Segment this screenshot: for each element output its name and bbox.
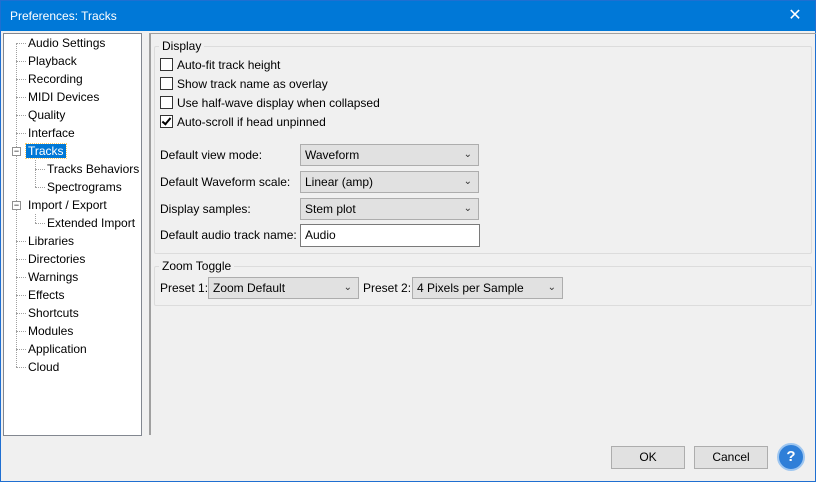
collapse-icon[interactable]: − (12, 147, 21, 156)
preset2-select[interactable]: 4 Pixels per Sample ⌄ (412, 277, 563, 299)
preferences-window: Preferences: Tracks ✕ Audio Settings Pla… (0, 0, 816, 482)
display-samples-select[interactable]: Stem plot ⌄ (300, 198, 479, 220)
chevron-down-icon: ⌄ (463, 176, 472, 187)
close-icon[interactable]: ✕ (775, 1, 815, 31)
chevron-down-icon: ⌄ (463, 149, 472, 160)
tree-item-cloud[interactable]: Cloud (16, 358, 61, 376)
preset2-label: Preset 2: (363, 281, 412, 295)
ok-button[interactable]: OK (611, 446, 685, 469)
checkbox-box-checked[interactable] (160, 115, 173, 128)
tree-item-directories[interactable]: Directories (16, 250, 87, 268)
tree-item-effects[interactable]: Effects (16, 286, 66, 304)
tree-item-libraries[interactable]: Libraries (16, 232, 76, 250)
tree-item-recording[interactable]: Recording (16, 70, 85, 88)
zoom-toggle-title: Zoom Toggle (159, 259, 235, 273)
checkbox-box[interactable] (160, 58, 173, 71)
tree-item-modules[interactable]: Modules (16, 322, 75, 340)
collapse-icon[interactable]: − (12, 201, 21, 210)
tree-item-midi-devices[interactable]: MIDI Devices (16, 88, 101, 106)
tree-item-extended-import[interactable]: Extended Import (35, 214, 137, 232)
tree-item-tracks-behaviors[interactable]: Tracks Behaviors (35, 160, 141, 178)
waveform-scale-label: Default Waveform scale: (160, 175, 291, 189)
tree-item-shortcuts[interactable]: Shortcuts (16, 304, 81, 322)
track-name-label: Default audio track name: (160, 228, 297, 242)
display-group-title: Display (159, 39, 205, 53)
tree-item-audio-settings[interactable]: Audio Settings (16, 34, 107, 52)
waveform-scale-select[interactable]: Linear (amp) ⌄ (300, 171, 479, 193)
preferences-tree[interactable]: Audio Settings Playback Recording MIDI D… (3, 33, 142, 436)
checkbox-box[interactable] (160, 96, 173, 109)
help-icon[interactable]: ? (777, 443, 805, 471)
track-name-field[interactable] (305, 225, 475, 245)
window-title: Preferences: Tracks (10, 9, 117, 23)
view-mode-label: Default view mode: (160, 148, 263, 162)
display-samples-label: Display samples: (160, 202, 251, 216)
tree-item-playback[interactable]: Playback (16, 52, 79, 70)
tree-item-quality[interactable]: Quality (16, 106, 67, 124)
tree-item-warnings[interactable]: Warnings (16, 268, 80, 286)
track-name-input[interactable] (300, 224, 480, 247)
cancel-button[interactable]: Cancel (694, 446, 768, 469)
show-track-name-overlay-checkbox[interactable]: Show track name as overlay (160, 76, 328, 92)
auto-fit-track-height-checkbox[interactable]: Auto-fit track height (160, 57, 280, 73)
preset1-label: Preset 1: (160, 281, 209, 295)
tree-item-spectrograms[interactable]: Spectrograms (35, 178, 124, 196)
chevron-down-icon: ⌄ (463, 203, 472, 214)
tree-item-application[interactable]: Application (16, 340, 89, 358)
tree-item-tracks[interactable]: Tracks (16, 142, 67, 160)
chevron-down-icon: ⌄ (547, 282, 556, 293)
half-wave-display-checkbox[interactable]: Use half-wave display when collapsed (160, 95, 380, 111)
settings-panel: Display Auto-fit track height Show track… (149, 33, 816, 435)
title-bar: Preferences: Tracks ✕ (1, 1, 815, 31)
tree-item-interface[interactable]: Interface (16, 124, 77, 142)
chevron-down-icon: ⌄ (343, 282, 352, 293)
checkbox-box[interactable] (160, 77, 173, 90)
tree-item-import-export[interactable]: Import / Export (16, 196, 109, 214)
view-mode-select[interactable]: Waveform ⌄ (300, 144, 479, 166)
preset1-select[interactable]: Zoom Default ⌄ (208, 277, 359, 299)
auto-scroll-checkbox[interactable]: Auto-scroll if head unpinned (160, 114, 326, 130)
